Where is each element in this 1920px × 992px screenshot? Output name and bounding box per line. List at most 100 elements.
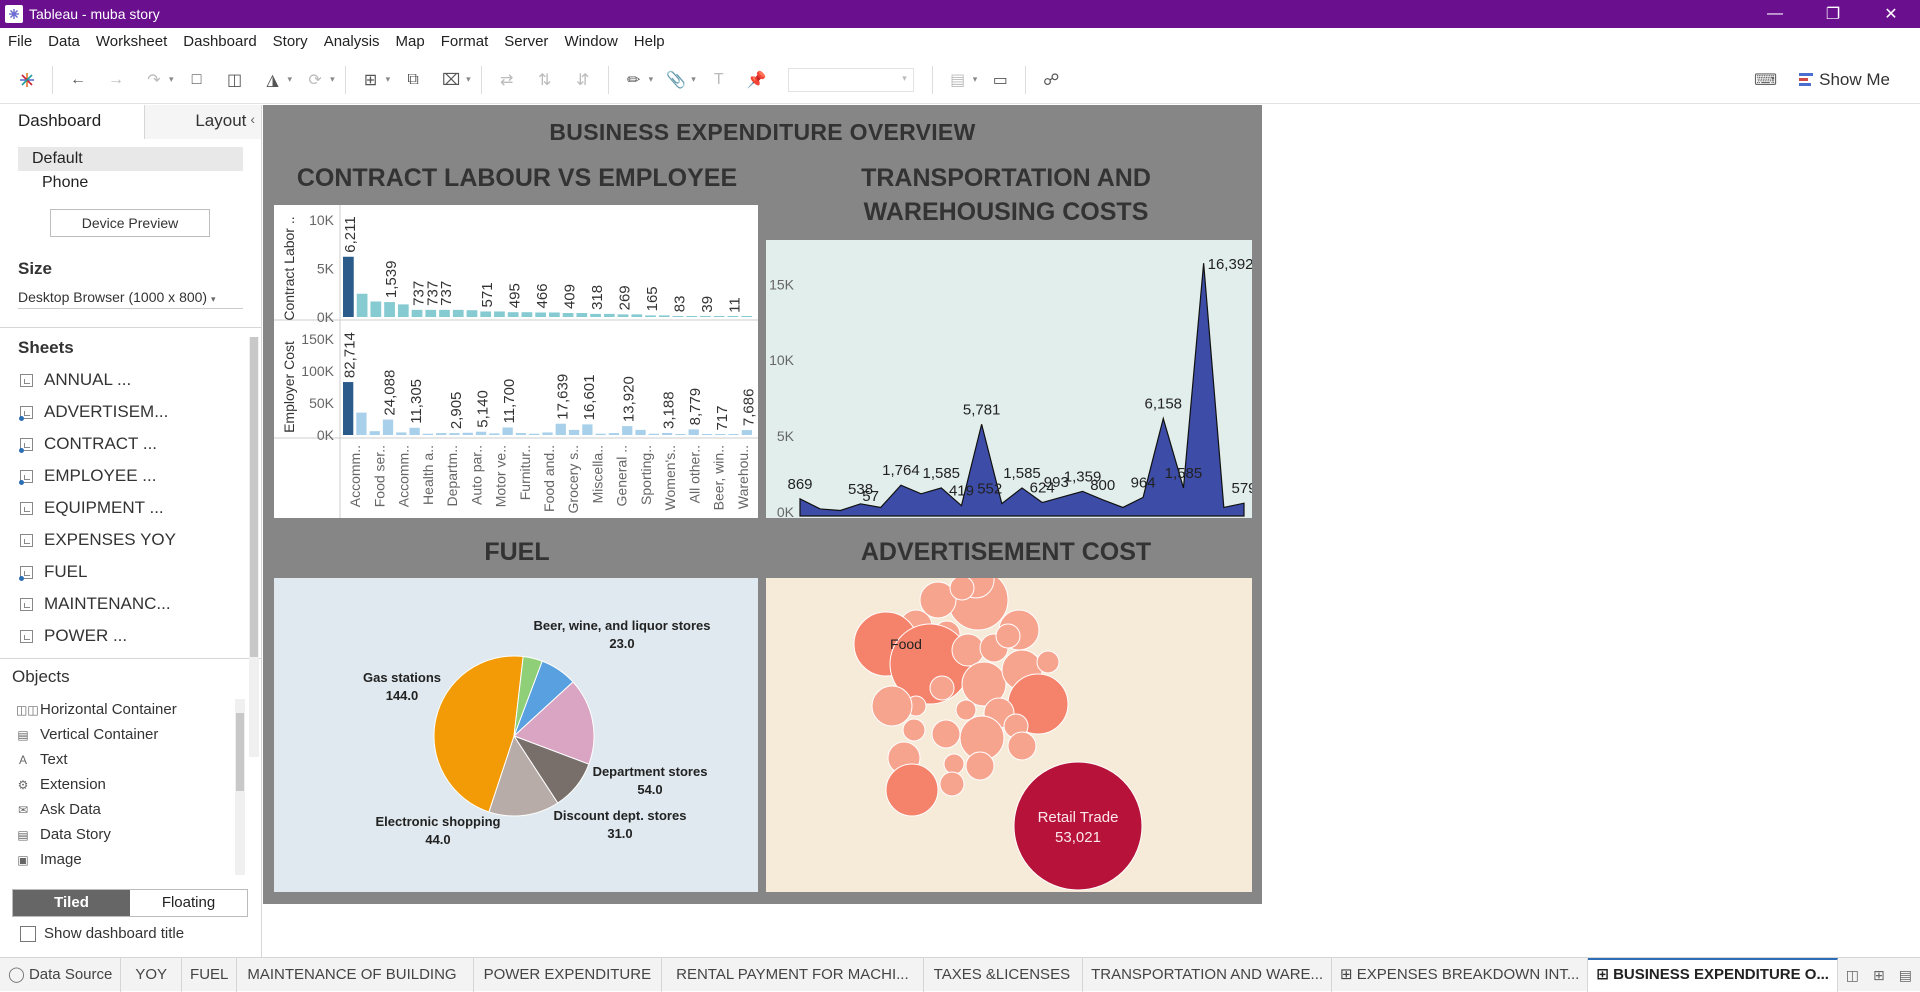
fix-axes-icon[interactable]: 📌 [744,67,770,93]
bubble [939,771,965,797]
swap-axes-icon[interactable]: ⇄ [494,67,520,93]
sheet-item[interactable]: ANNUAL ... [20,364,261,396]
sheet-item[interactable]: FUEL [19,556,261,588]
contract-employee-chart[interactable]: 10K 5K 0K 6,211 1,539 737 737 737 571 495 466 409 31… [274,205,758,518]
new-story-icon[interactable]: ▤ [1899,967,1912,984]
show-dashboard-title-option[interactable]: Show dashboard title [20,925,184,942]
sheet-tab-active[interactable]: ⊞ BUSINESS EXPENDITURE O... [1588,957,1838,992]
show-title-checkbox[interactable] [20,925,36,942]
close-button[interactable]: ✕ [1862,0,1920,28]
objects-scrollbar[interactable] [235,699,245,875]
sheet-item[interactable]: EQUIPMENT ... [20,492,261,524]
sheet-tab-bar: ◯ Data Source YOY FUEL MAINTENANCE OF BU… [0,957,1920,992]
device-phone[interactable]: Phone [18,171,243,195]
y-tick-label: 50K [309,395,335,411]
object-horizontal-container[interactable]: ◫◫ Horizontal Container [16,697,261,722]
tab-dashboard[interactable]: Dashboard [0,105,146,139]
clear-sheet-icon[interactable]: ⌧ [438,67,464,93]
sheet-tab[interactable]: ⊞ EXPENSES BREAKDOWN INT... [1332,957,1589,992]
object-text[interactable]: A Text [16,747,261,772]
sheet-tab[interactable]: POWER EXPENDITURE [474,957,663,992]
floating-button[interactable]: Floating [130,890,247,916]
highlight-icon[interactable]: ✏ [621,67,647,93]
menu-server[interactable]: Server [496,28,556,56]
bubble-value: 53,021 [1055,829,1101,846]
transport-chart[interactable]: 15K 10K 5K 0K 869 538 57 1,764 1,585 419 552 5,781 1… [766,240,1252,518]
bar [449,433,460,435]
new-worksheet-icon[interactable]: ⊞ [358,67,384,93]
new-data-source-icon[interactable]: ◫ [222,67,248,93]
menu-map[interactable]: Map [388,28,433,56]
group-icon[interactable]: 📎 [663,67,689,93]
sheet-tab[interactable]: TAXES &LICENSES [924,957,1084,992]
share-icon[interactable]: ☍ [1038,67,1064,93]
sheet-tab[interactable]: RENTAL PAYMENT FOR MACHI... [662,957,924,992]
fuel-panel-title: FUEL [484,538,550,566]
save-icon[interactable]: □ [184,67,210,93]
restore-button[interactable]: ❐ [1804,0,1862,28]
fuel-chart[interactable]: Beer, wine, and liquor stores 23.0 Departm… [274,578,758,892]
undo-icon[interactable]: ← [65,67,91,93]
device-preview-button[interactable]: Device Preview [50,209,210,237]
show-cards-icon[interactable]: ▤ [945,67,971,93]
menu-file[interactable]: File [0,28,40,56]
sheet-item[interactable]: ADVERTISEM... [19,396,261,428]
size-select[interactable]: Desktop Browser (1000 x 800) ▾ [18,285,243,309]
collapse-panel-icon[interactable]: ‹ [250,111,255,127]
sheet-tab[interactable]: TRANSPORTATION AND WARE... [1083,957,1333,992]
menu-dashboard[interactable]: Dashboard [175,28,264,56]
sheet-tab[interactable]: FUEL [182,957,238,992]
redo-icon[interactable]: → [103,67,129,93]
tiled-button[interactable]: Tiled [13,890,130,916]
sheet-tab[interactable]: MAINTENANCE OF BUILDING [237,957,474,992]
pause-updates-icon[interactable]: ◮ [260,67,286,93]
show-me-button[interactable]: Show Me [1799,56,1890,104]
object-data-story[interactable]: ▤ Data Story [16,822,261,847]
tab-data-source[interactable]: ◯ Data Source [0,957,122,992]
redo-history-icon[interactable]: ↷ [141,67,167,93]
sheet-tab[interactable]: YOY [121,957,183,992]
tab-layout[interactable]: Layout [145,105,261,139]
menu-worksheet[interactable]: Worksheet [88,28,175,56]
bar [686,316,698,317]
new-dashboard-icon[interactable]: ⊞ [1873,967,1885,984]
sheet-item[interactable]: MAINTENANC... [20,588,261,620]
menu-window[interactable]: Window [556,28,625,56]
object-ask-data[interactable]: ✉ Ask Data [16,797,261,822]
duplicate-sheet-icon[interactable]: ⧉ [400,67,426,93]
menu-analysis[interactable]: Analysis [316,28,388,56]
sort-descending-icon[interactable]: ⇵ [570,67,596,93]
pin-icon[interactable]: ⌨ [1754,70,1777,90]
x-tick-label: Motor ve.. [493,445,509,507]
bar [494,311,505,317]
bar [466,310,478,317]
object-extension[interactable]: ⚙ Extension [16,772,261,797]
sheet-item[interactable]: EMPLOYEE ... [19,460,261,492]
sort-ascending-icon[interactable]: ⇅ [532,67,558,93]
presentation-mode-icon[interactable]: ▭ [987,67,1013,93]
refresh-icon[interactable]: ⟳ [302,67,328,93]
tableau-home-icon[interactable] [14,67,40,93]
fit-select[interactable] [787,67,914,92]
bar [425,309,437,317]
labels-icon[interactable]: T [706,67,732,93]
sheets-scrollbar[interactable] [249,337,259,757]
object-vertical-container[interactable]: ▤ Vertical Container [16,722,261,747]
sheet-item[interactable]: CONTRACT ... [19,428,261,460]
minimize-button[interactable]: — [1746,0,1804,28]
bubble-retail-trade [1013,761,1143,891]
object-image[interactable]: ▣ Image [16,847,261,872]
new-worksheet-icon[interactable]: ◫ [1846,967,1859,984]
menu-data[interactable]: Data [40,28,88,56]
sheet-item[interactable]: EXPENSES YOY [20,524,261,556]
device-default[interactable]: Default [18,147,243,171]
advert-chart[interactable]: Food Retail Trade 53,021 [766,578,1252,892]
menu-format[interactable]: Format [433,28,497,56]
database-icon: ◯ [8,965,29,983]
worksheet-icon [19,437,33,453]
menu-help[interactable]: Help [626,28,673,56]
data-label: 16,392 [1208,256,1252,273]
x-tick-label: Grocery s.. [565,445,581,513]
sheet-item[interactable]: POWER ... [20,620,261,652]
menu-story[interactable]: Story [265,28,316,56]
